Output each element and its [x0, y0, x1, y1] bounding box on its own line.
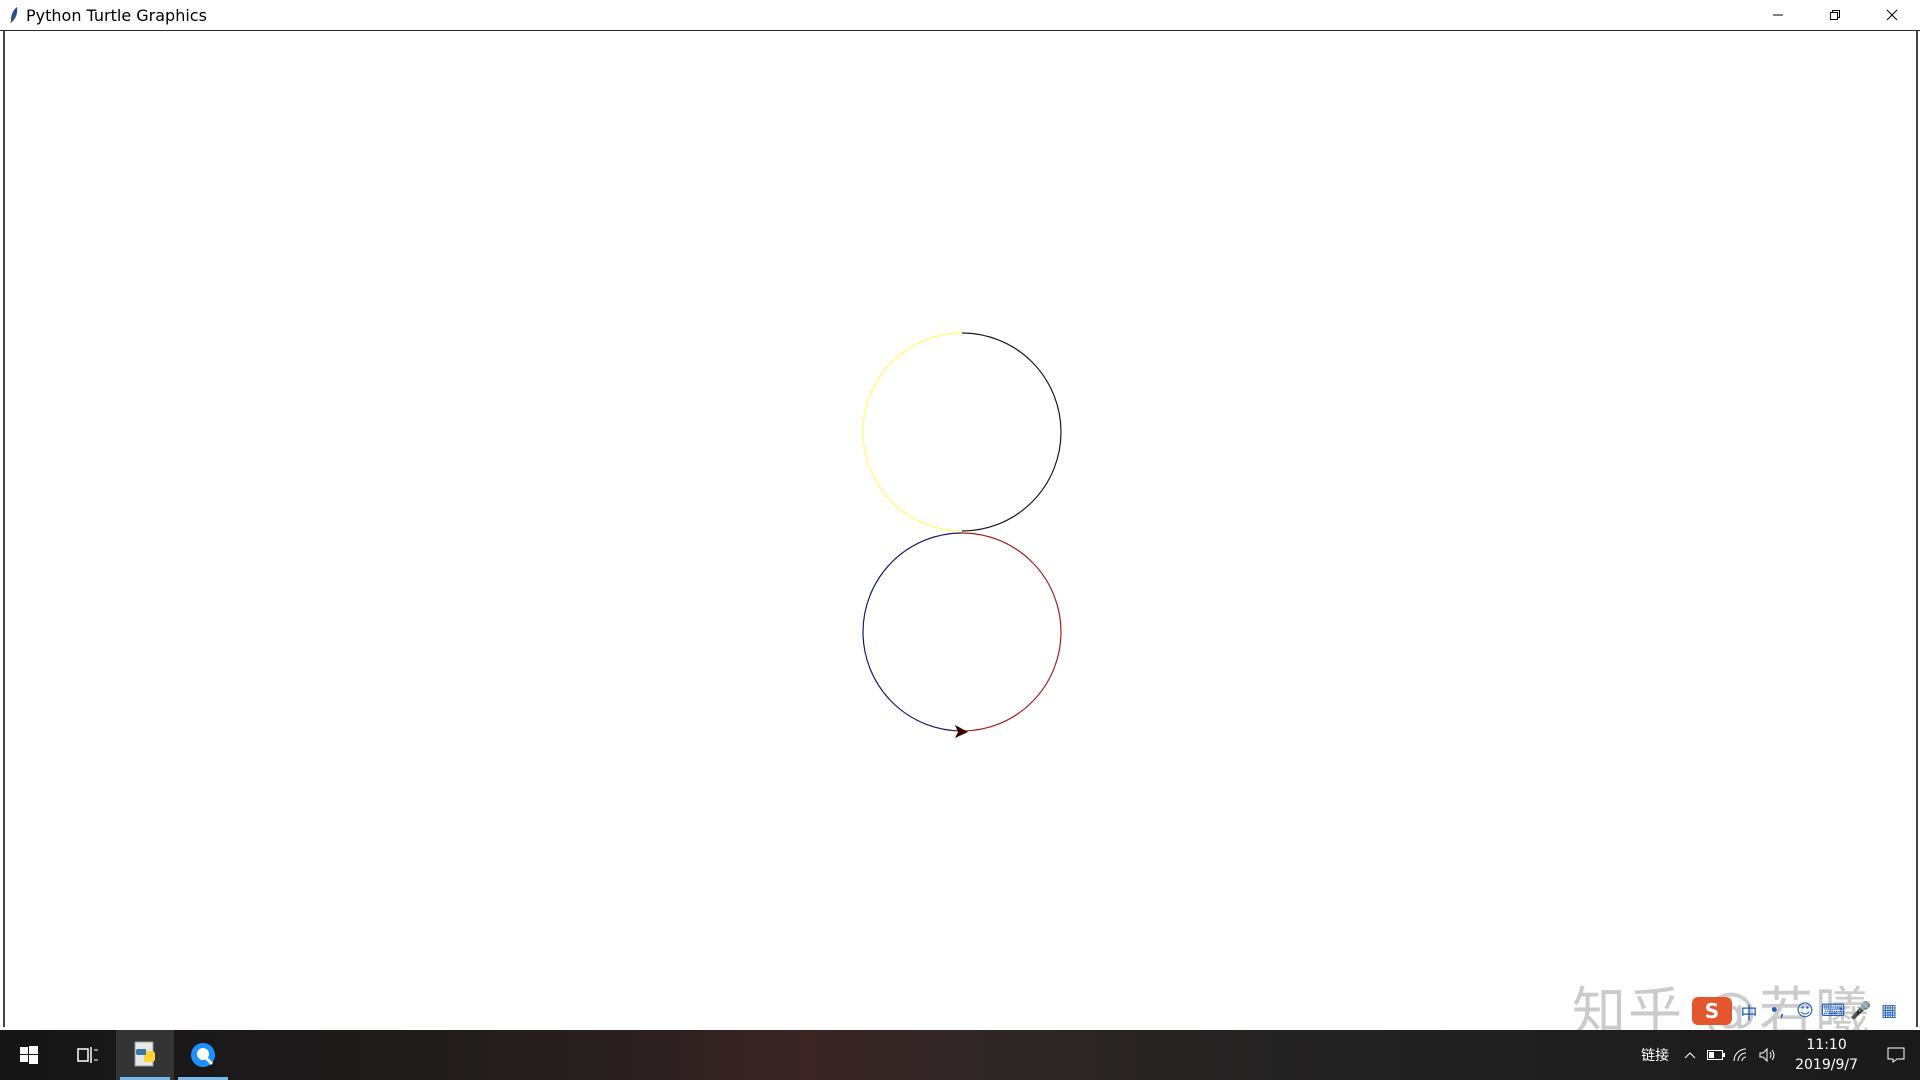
turtle-cursor-icon — [955, 725, 968, 738]
ime-toolbar: S 中 •, ☺ ⌨ 🎤 ▦ — [1692, 996, 1900, 1026]
close-button[interactable] — [1863, 0, 1920, 30]
clock-time: 11:10 — [1806, 1037, 1847, 1053]
minimize-icon — [1772, 14, 1783, 16]
ime-keyboard-icon[interactable]: ⌨ — [1821, 1000, 1846, 1022]
sogou-ime-icon[interactable]: S — [1692, 997, 1732, 1025]
top-circle-left-arc — [862, 332, 963, 532]
minimize-button[interactable] — [1749, 0, 1806, 30]
bottom-circle-left-arc — [862, 532, 963, 732]
start-button[interactable] — [0, 1030, 58, 1080]
turtle-canvas[interactable] — [3, 31, 1918, 1027]
clock-date: 2019/9/7 — [1795, 1057, 1858, 1073]
ime-chinese-mode[interactable]: 中 — [1738, 1000, 1760, 1024]
ime-menu-icon[interactable]: ▦ — [1878, 1000, 1900, 1022]
task-view-icon — [77, 1047, 98, 1063]
browser-app-icon — [191, 1043, 215, 1067]
title-bar: Python Turtle Graphics — [0, 0, 1920, 31]
ime-emoji-icon[interactable]: ☺ — [1794, 1000, 1816, 1022]
taskbar: 链接 11:10 2019/9/7 — [0, 1030, 1920, 1080]
link-text[interactable]: 链接 — [1633, 1045, 1677, 1065]
speaker-icon — [1759, 1048, 1775, 1062]
feather-icon[interactable] — [2, 0, 26, 30]
battery-button[interactable] — [1703, 1030, 1729, 1080]
battery-icon — [1707, 1050, 1726, 1060]
ime-punctuation-icon[interactable]: •, — [1766, 1000, 1788, 1022]
windows-start-icon — [20, 1046, 38, 1064]
show-hidden-icons-button[interactable] — [1677, 1030, 1703, 1080]
taskbar-python-app[interactable] — [116, 1030, 174, 1080]
system-tray: 链接 11:10 2019/9/7 — [1633, 1030, 1920, 1080]
restore-button[interactable] — [1806, 0, 1863, 30]
chevron-up-icon — [1684, 1052, 1696, 1059]
bottom-circle-right-arc — [961, 532, 1062, 732]
task-view-button[interactable] — [58, 1030, 116, 1080]
action-center-button[interactable] — [1872, 1030, 1920, 1080]
wifi-icon — [1733, 1048, 1747, 1062]
top-circle-right-arc — [961, 332, 1062, 532]
notification-icon — [1887, 1047, 1905, 1063]
drawing-surface — [862, 332, 1062, 738]
restore-icon — [1829, 10, 1840, 20]
taskbar-browser-app[interactable] — [174, 1030, 232, 1080]
ime-mic-icon[interactable]: 🎤 — [1850, 1000, 1872, 1022]
window-title: Python Turtle Graphics — [26, 5, 207, 25]
close-icon — [1886, 9, 1897, 21]
taskbar-clock[interactable]: 11:10 2019/9/7 — [1781, 1030, 1872, 1080]
network-button[interactable] — [1729, 1030, 1755, 1080]
volume-button[interactable] — [1755, 1030, 1781, 1080]
python-app-icon — [134, 1041, 155, 1067]
